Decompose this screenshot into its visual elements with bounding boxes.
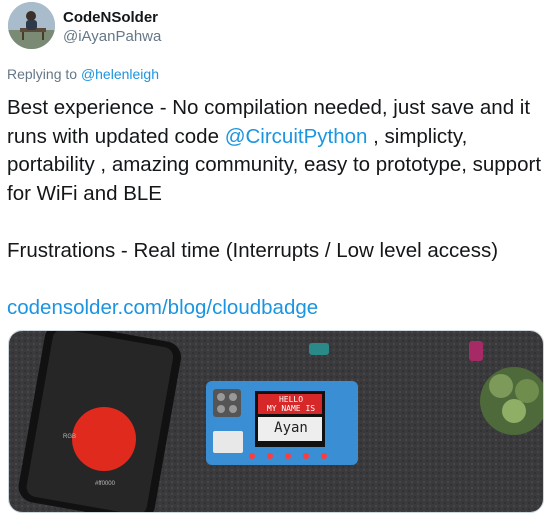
circuitpython-mention-link[interactable]: @CircuitPython [225, 125, 368, 148]
tweet-media-photo[interactable]: HELLO MY NAME IS Ayan RGB #ff0000 [8, 330, 544, 513]
replying-to: Replying to @helenleigh [7, 66, 159, 82]
tweet-text: Best experience - No compilation needed,… [7, 94, 547, 322]
display-name[interactable]: CodeNSolder [63, 9, 158, 26]
phone-rgb-label: RGB [63, 434, 77, 440]
badge-name-text: Ayan [274, 420, 308, 436]
sticker-decoration [469, 341, 483, 361]
phone-hex-label: #ff0000 [95, 481, 115, 487]
tweet-paragraph-1: Best experience - No compilation needed,… [7, 94, 547, 208]
user-handle[interactable]: @iAyanPahwa [63, 28, 161, 45]
replying-to-label: Replying to [7, 66, 78, 82]
tweet-url-link[interactable]: codensolder.com/blog/cloudbadge [7, 296, 318, 319]
avatar-image [8, 2, 55, 49]
badge-my-name-text: MY NAME IS [266, 404, 316, 413]
badge-hello-text: HELLO [278, 395, 304, 404]
replying-to-mention[interactable]: @helenleigh [81, 66, 159, 82]
sticker-decoration [309, 343, 329, 355]
avatar[interactable] [8, 2, 55, 49]
tweet-paragraph-2: Frustrations - Real time (Interrupts / L… [7, 238, 499, 262]
